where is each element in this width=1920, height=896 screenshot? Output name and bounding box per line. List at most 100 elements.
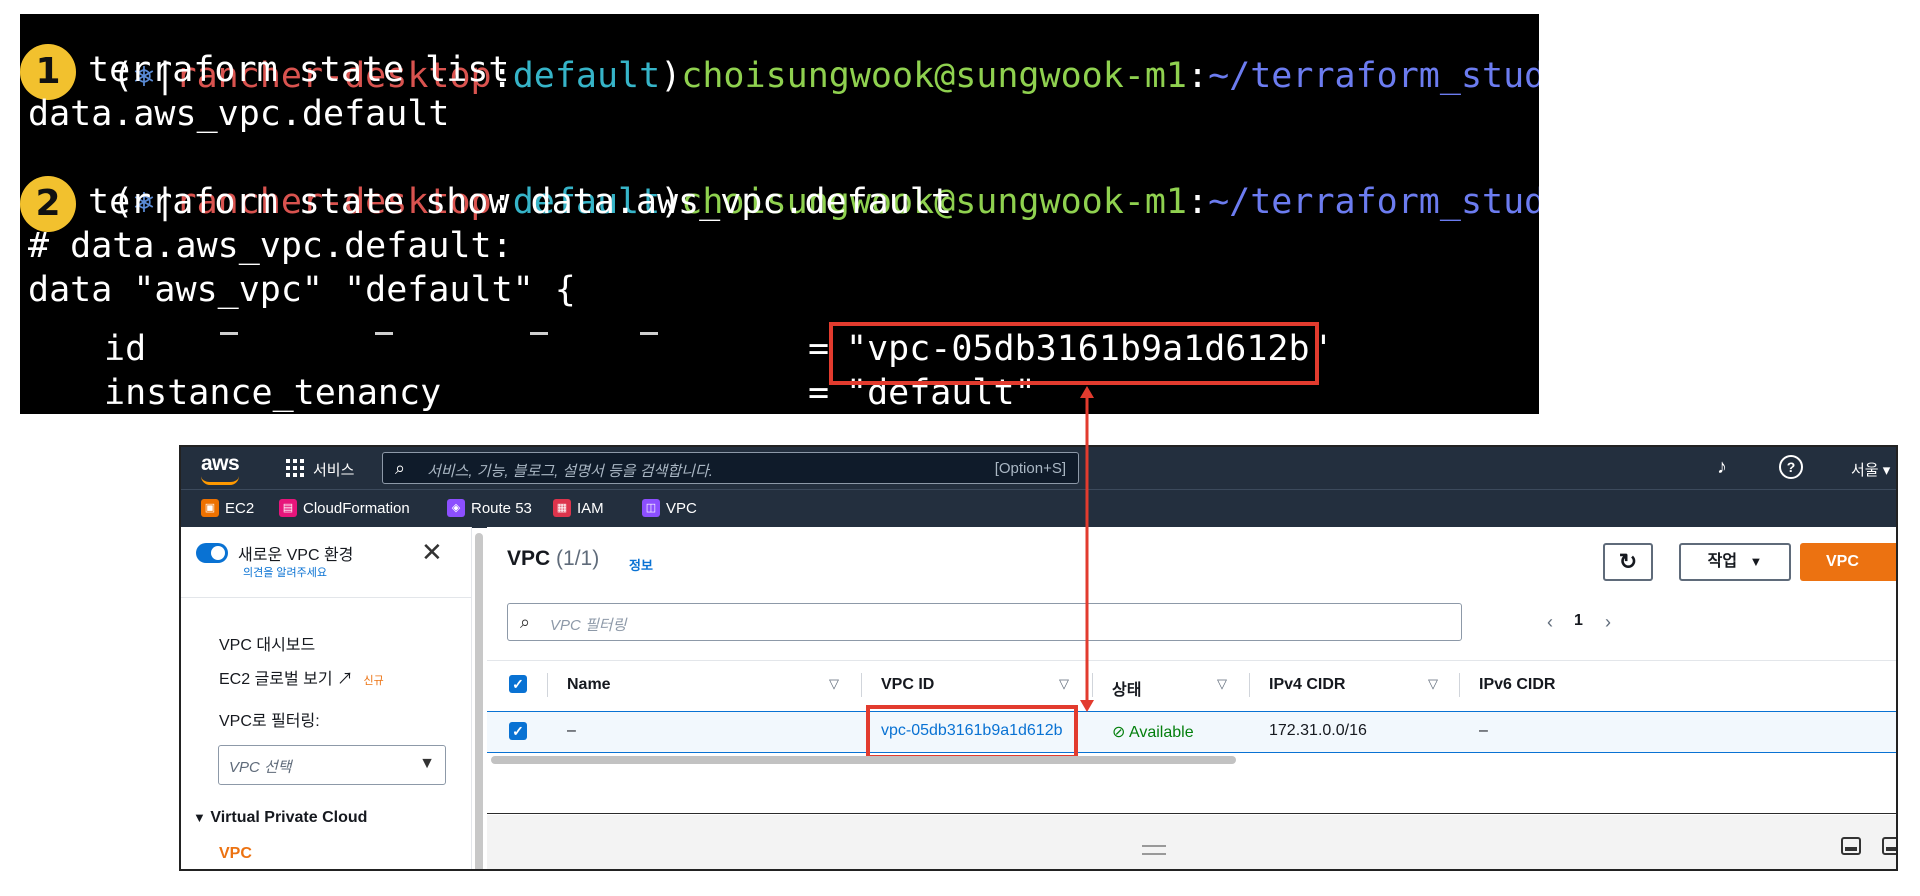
sort-icon[interactable]: ▽ (1217, 676, 1227, 692)
favorite-ec2[interactable]: ▣ EC2 (201, 499, 254, 517)
table-horizontal-scrollbar[interactable] (491, 756, 1236, 764)
divider (640, 332, 658, 335)
command-line: terraform state list (88, 50, 510, 90)
region-selector[interactable]: 서울 ▾ (1851, 459, 1890, 480)
create-vpc-button[interactable]: VPC (1800, 543, 1896, 581)
panel-side-icon[interactable] (1882, 837, 1896, 855)
panel-bottom-icon[interactable] (1841, 837, 1861, 855)
output-line: # data.aws_vpc.default: (28, 226, 513, 266)
refresh-button[interactable]: ↻ (1603, 543, 1653, 581)
route53-icon: ◈ (447, 499, 465, 517)
prompt-colon: : (1187, 56, 1209, 96)
user-host: choisungwook@sungwook-m1 (681, 56, 1188, 96)
aws-logo[interactable]: aws (201, 452, 240, 476)
split-divider (487, 813, 1896, 814)
command-line: terraform state show data.aws_vpc.defaul… (88, 182, 952, 222)
toggle-label: 새로운 VPC 환경 (238, 547, 354, 564)
cell-ipv4-cidr: 172.31.0.0/16 (1269, 722, 1367, 739)
nav-item-vpc-dashboard[interactable]: VPC 대시보드 (219, 631, 315, 655)
iam-icon: ▦ (553, 499, 571, 517)
column-divider (861, 673, 862, 697)
services-grid-icon[interactable] (286, 459, 304, 477)
nav-group-virtual-private-cloud[interactable]: ▼ Virtual Private Cloud (193, 809, 367, 827)
column-divider (1249, 673, 1250, 697)
row-checkbox[interactable]: ✓ (509, 722, 527, 740)
search-shortcut: [Option+S] (994, 460, 1066, 477)
resize-handle[interactable] (1142, 845, 1166, 855)
output-line: data.aws_vpc.default (28, 94, 450, 134)
sort-icon[interactable]: ▽ (829, 676, 839, 692)
refresh-icon: ↻ (1618, 549, 1638, 574)
status-text: Available (1128, 724, 1194, 741)
close-icon[interactable]: ✕ (421, 537, 443, 568)
caret-down-icon: ▼ (193, 810, 206, 825)
select-all-checkbox[interactable]: ✓ (509, 675, 527, 693)
cell-status: ⊘ Available (1112, 722, 1194, 742)
caret-down-icon: ▼ (419, 755, 435, 772)
table-row[interactable]: ✓ – vpc-05db3161b9a1d612b ⊘ Available 17… (487, 711, 1896, 753)
terminal-vpc-id-highlight (829, 322, 1319, 385)
page-number[interactable]: 1 (1574, 612, 1583, 630)
prompt-paren: ) (660, 56, 682, 96)
kube-namespace: default (512, 56, 661, 96)
attribute-equals: = (808, 373, 830, 413)
favorite-cloudformation[interactable]: ▤ CloudFormation (279, 499, 410, 517)
actions-button[interactable]: 작업 ▼ (1679, 543, 1791, 581)
side-nav-scrollbar[interactable] (475, 533, 483, 869)
nav-item-ec2-global-view[interactable]: EC2 글로벌 보기 ↗ 신규 (219, 665, 384, 689)
column-header-vpc-id[interactable]: VPC ID (881, 676, 934, 694)
cell-name: – (567, 722, 576, 739)
filter-placeholder: VPC 필터링 (550, 617, 627, 634)
nav-group-label: Virtual Private Cloud (210, 809, 368, 826)
prompt-line: (⎈|rancher-desktop:default)choisungwook@… (28, 136, 1539, 222)
column-divider (547, 673, 548, 697)
ec2-icon: ▣ (201, 499, 219, 517)
global-search-input[interactable]: ⌕ 서비스, 기능, 블로그, 설명서 등을 검색합니다. [Option+S] (382, 452, 1079, 484)
console-vpc-id-highlight (866, 705, 1078, 759)
new-vpc-experience-toggle[interactable] (196, 543, 228, 563)
sort-icon[interactable]: ▽ (1428, 676, 1438, 692)
favorite-label: Route 53 (471, 499, 532, 517)
search-icon: ⌕ (395, 458, 406, 478)
cloudformation-icon: ▤ (279, 499, 297, 517)
bell-icon[interactable]: ♪ (1717, 456, 1727, 479)
search-placeholder: 서비스, 기능, 블로그, 설명서 등을 검색합니다. (427, 463, 713, 480)
favorite-iam[interactable]: ▦ IAM (553, 499, 604, 517)
column-header-ipv4-cidr[interactable]: IPv4 CIDR (1269, 676, 1345, 694)
working-directory: ~/terraform_study (1208, 182, 1539, 222)
services-menu[interactable]: 서비스 (313, 459, 354, 480)
caret-down-icon: ▼ (1749, 554, 1763, 569)
divider (220, 332, 238, 335)
column-header-name[interactable]: Name (567, 676, 611, 694)
divider (530, 332, 548, 335)
column-header-ipv6-cidr[interactable]: IPv6 CIDR (1479, 676, 1555, 694)
favorites-bar: ▣ EC2 ▤ CloudFormation ◈ Route 53 ▦ IAM … (181, 489, 1896, 528)
search-icon: ⌕ (520, 612, 531, 632)
page-title: VPC (1/1) (507, 547, 599, 571)
divider (181, 597, 471, 598)
check-circle-icon: ⊘ (1112, 724, 1126, 741)
info-link[interactable]: 정보 (629, 555, 653, 574)
cell-ipv6-cidr: – (1479, 722, 1488, 739)
column-header-state[interactable]: 상태 (1112, 676, 1141, 700)
new-badge: 신규 (363, 675, 384, 687)
vpc-filter-label: VPC로 필터링: (219, 713, 320, 730)
favorite-label: VPC (666, 499, 697, 517)
attribute-name: id (104, 329, 147, 369)
side-navigation: 새로운 VPC 환경 의견을 알려주세요 ✕ VPC 대시보드 EC2 글로벌 … (181, 527, 472, 869)
nav-item-vpc[interactable]: VPC (219, 845, 252, 863)
previous-page-icon[interactable]: ‹ (1547, 612, 1553, 633)
nav-item-label: EC2 글로벌 보기 (219, 671, 333, 688)
feedback-link[interactable]: 의견을 알려주세요 (243, 564, 327, 580)
vpc-filter-input[interactable]: ⌕ VPC 필터링 (507, 603, 1462, 641)
title-text: VPC (507, 547, 551, 570)
column-divider (1092, 673, 1093, 697)
attribute-equals: = (808, 329, 830, 369)
actions-label: 작업 (1707, 553, 1738, 570)
favorite-route53[interactable]: ◈ Route 53 (447, 499, 532, 517)
vpc-filter-select[interactable]: VPC 선택 ▼ (218, 745, 446, 785)
sort-icon[interactable]: ▽ (1059, 676, 1069, 692)
favorite-vpc[interactable]: ◫ VPC (642, 499, 697, 517)
next-page-icon[interactable]: › (1605, 612, 1611, 633)
help-icon[interactable]: ? (1779, 455, 1803, 479)
